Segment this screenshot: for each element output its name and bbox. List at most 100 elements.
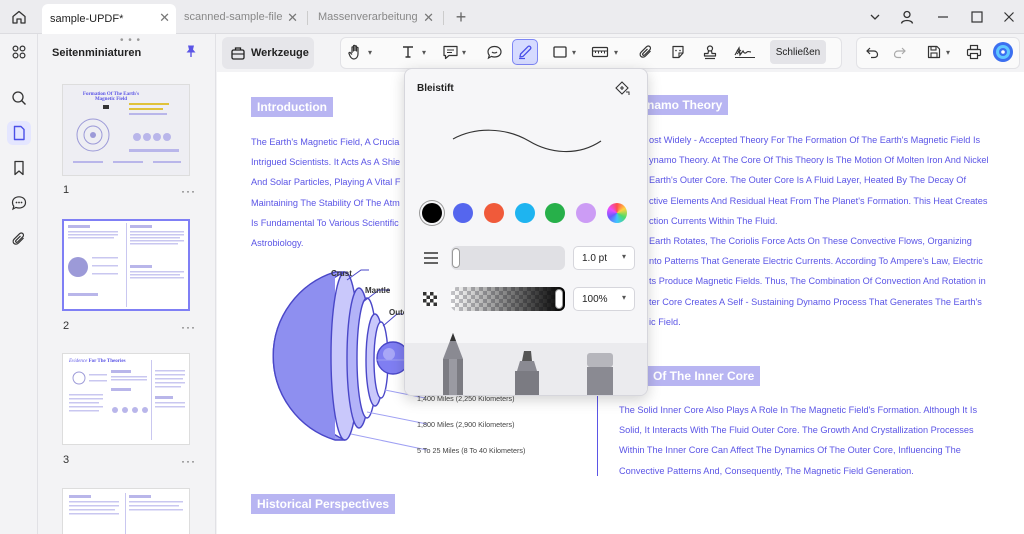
thickness-select[interactable]: 1.0 pt ▾ (573, 246, 635, 270)
bookmarks-button[interactable] (7, 156, 31, 180)
page-more-button[interactable]: ··· (181, 320, 196, 334)
chevron-down-icon[interactable]: ▾ (946, 48, 950, 57)
chevron-down-icon[interactable]: ▾ (368, 48, 372, 57)
printer-icon (966, 44, 982, 60)
page-icon (13, 125, 25, 141)
text-line: ctive Elements And Residual Heat From Th… (649, 195, 988, 206)
text-tool-button[interactable] (398, 42, 418, 62)
color-swatch-blue[interactable] (453, 203, 473, 223)
tab-sample-updf[interactable]: sample-UPDF* ✕ (42, 4, 176, 34)
ai-assistant-button[interactable] (992, 41, 1014, 63)
new-tab-button[interactable]: + (450, 6, 472, 28)
close-tools-button[interactable]: Schließen (770, 40, 826, 64)
thickness-icon (424, 252, 438, 264)
text-line: The Earth's Magnetic Field, A Crucia (251, 137, 400, 147)
dynamo-text: ost Widely - Accepted Theory For The For… (649, 130, 989, 332)
text-line: Earth's Outer Core. The Outer Core Is A … (649, 175, 966, 186)
redo-icon (893, 47, 906, 59)
opacity-slider-knob[interactable] (555, 289, 563, 309)
stamp-icon (703, 45, 717, 60)
heading-historical-perspectives: Historical Perspectives (251, 494, 396, 514)
attach-file-button[interactable] (636, 42, 656, 62)
comment-bubble-icon (486, 45, 502, 59)
page-thumbnail-3[interactable]: Evidence For The Theories (62, 353, 190, 445)
toolbox-icon (231, 47, 245, 60)
pencil-settings-popup: Bleistift 1.0 pt ▾ 100% ▾ (404, 68, 648, 396)
apps-button[interactable] (7, 40, 31, 64)
color-swatch-lilac[interactable] (576, 203, 596, 223)
page-thumbnail-4[interactable] (62, 488, 190, 534)
save-icon (927, 45, 941, 59)
sticker-icon (672, 45, 684, 59)
tab-label: scanned-sample-file (184, 11, 283, 23)
heading-introduction: Introduction (251, 97, 333, 117)
chevron-down-icon[interactable]: ▾ (422, 48, 426, 57)
heading-inner-core: Of The Inner Core (647, 366, 761, 386)
thumbnail-preview (69, 493, 183, 534)
comment-tool-button[interactable] (484, 42, 504, 62)
comments-button[interactable] (7, 191, 31, 215)
color-swatch-cyan[interactable] (515, 203, 535, 223)
user-icon (900, 10, 914, 24)
account-button[interactable] (896, 6, 918, 28)
color-swatch-black[interactable] (422, 203, 442, 223)
color-swatch-red[interactable] (484, 203, 504, 223)
thumbnail-title: Formation Of The Earth's Magnetic Field (82, 92, 140, 102)
minimize-button[interactable] (932, 6, 954, 28)
color-swatch-green[interactable] (545, 203, 565, 223)
eraser-tip-option[interactable] (583, 351, 617, 396)
tools-button[interactable]: Werkzeuge (222, 37, 314, 69)
redo-button[interactable] (890, 42, 910, 62)
tab-scanned-sample-file[interactable]: scanned-sample-file ✕ (176, 4, 304, 30)
opacity-icon (423, 292, 437, 306)
home-button[interactable] (8, 6, 30, 28)
note-tool-button[interactable] (440, 42, 460, 62)
label-crust: Crust (331, 269, 352, 278)
close-window-button[interactable] (998, 6, 1020, 28)
undo-button[interactable] (862, 42, 882, 62)
tabs-dropdown-button[interactable] (864, 6, 886, 28)
save-button[interactable] (924, 42, 944, 62)
shape-tool-button[interactable] (550, 42, 570, 62)
stroke-preview (452, 129, 602, 153)
thumbnails-button[interactable] (7, 121, 31, 145)
search-button[interactable] (7, 86, 31, 110)
chevron-down-icon[interactable]: ▾ (572, 48, 576, 57)
signature-tool-button[interactable] (732, 42, 758, 62)
custom-color-swatch[interactable] (607, 203, 627, 223)
page-thumbnail-1[interactable]: Formation Of The Earth's Magnetic Field (62, 84, 190, 176)
text-line: Is Fundamental To Various Scientific (251, 217, 399, 228)
attachments-button[interactable] (7, 227, 31, 251)
sticker-tool-button[interactable] (668, 42, 688, 62)
text-line: ic Field. (649, 316, 681, 327)
tab-massenverarbeitung[interactable]: Massenverarbeitung ✕ (310, 4, 440, 30)
add-preset-button[interactable] (613, 79, 631, 100)
pencil-tip-option[interactable] (439, 331, 467, 396)
stamp-tool-button[interactable] (700, 42, 720, 62)
measure-tool-button[interactable] (590, 42, 610, 62)
pencil-tool-button[interactable] (512, 39, 538, 65)
close-tab-icon[interactable]: ✕ (423, 10, 434, 26)
maximize-button[interactable] (966, 6, 988, 28)
close-tab-icon[interactable]: ✕ (287, 10, 298, 26)
thumbnail-title-part: For The Theories (88, 359, 126, 364)
text-line: ction Currents Within The Fluid. (649, 215, 778, 226)
undo-icon (866, 47, 879, 59)
hand-tool-button[interactable] (346, 42, 366, 62)
panel-resize-handle[interactable]: • • • (120, 35, 141, 46)
thickness-slider[interactable] (451, 246, 565, 270)
marker-tip-option[interactable] (511, 349, 543, 396)
page-thumbnail-2[interactable] (62, 219, 190, 311)
text-line: And Solar Particles, Playing A Vital F (251, 177, 401, 188)
page-more-button[interactable]: ··· (181, 184, 196, 198)
thickness-slider-knob[interactable] (452, 248, 460, 268)
opacity-slider[interactable] (451, 287, 565, 311)
chevron-down-icon[interactable]: ▾ (462, 48, 466, 57)
print-button[interactable] (964, 42, 984, 62)
pin-panel-button[interactable] (184, 44, 198, 61)
label-mantle: Mantle (365, 286, 391, 295)
page-more-button[interactable]: ··· (181, 454, 196, 468)
opacity-select[interactable]: 100% ▾ (573, 287, 635, 311)
close-tab-icon[interactable]: ✕ (159, 10, 170, 26)
chevron-down-icon[interactable]: ▾ (614, 48, 618, 57)
